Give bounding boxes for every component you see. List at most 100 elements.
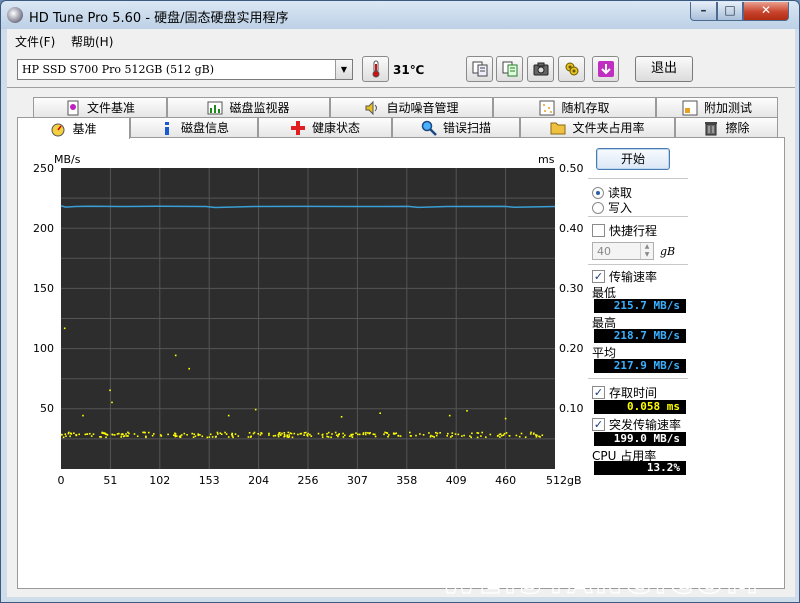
access-time-point (281, 432, 283, 435)
burst-rate-checkbox[interactable]: ✓ 突发传输速率 (592, 416, 681, 433)
tab-health[interactable]: 健康状态 (258, 117, 392, 137)
access-time-outlier (504, 417, 507, 420)
access-time-point (409, 431, 411, 434)
access-time-point (351, 436, 354, 438)
access-time-point (153, 433, 155, 435)
access-time-point (283, 433, 286, 436)
access-time-point (174, 432, 176, 435)
access-time-point (383, 433, 385, 436)
access-time-point (291, 436, 294, 439)
access-time-point (68, 431, 70, 434)
tab-folder-usage[interactable]: 文件夹占用率 (520, 117, 675, 137)
access-time-point (208, 436, 211, 438)
transfer-rate-checkbox[interactable]: ✓ 传输速率 (592, 268, 657, 285)
y-tick: 150 (33, 282, 54, 295)
app-window: HD Tune Pro 5.60 - 硬盘/固态硬盘实用程序 – □ ✕ 文件(… (0, 0, 800, 603)
write-radio[interactable]: 写入 (592, 199, 632, 216)
access-time-point (326, 433, 328, 435)
transfer-rate-label: 传输速率 (609, 270, 658, 284)
access-time-point (288, 434, 290, 436)
minimize-button[interactable]: – (690, 2, 717, 21)
extra-tests-icon (682, 100, 698, 115)
tab-label: 文件基准 (86, 101, 135, 115)
access-time-point (431, 435, 434, 438)
tab-random-access[interactable]: 随机存取 (493, 97, 656, 117)
access-time-point (409, 435, 412, 437)
tab-error-scan[interactable]: 错误扫描 (392, 117, 520, 137)
access-time-point (197, 434, 200, 437)
access-time-point (394, 433, 396, 435)
screenshot-button[interactable] (527, 56, 554, 82)
access-time-point (433, 436, 435, 438)
access-time-point (283, 435, 285, 438)
access-time-point (268, 434, 270, 436)
tab-extra-tests[interactable]: 附加测试 (656, 97, 778, 117)
access-time-point (232, 436, 234, 439)
min-value: 215.7 MB/s (594, 299, 686, 313)
access-time-point (297, 433, 299, 436)
tab-label: 自动噪音管理 (386, 101, 459, 115)
access-time-point (278, 433, 280, 436)
access-time-point (338, 433, 340, 435)
access-time-point (133, 433, 136, 435)
tab-disk-info[interactable]: 磁盘信息 (130, 117, 258, 137)
tab-erase[interactable]: 擦除 (675, 117, 778, 137)
exit-button[interactable]: 退出 (635, 56, 693, 82)
access-time-point (541, 434, 544, 436)
x-tick: 409 (445, 474, 467, 487)
access-time-point (293, 432, 296, 435)
access-time-point (331, 433, 333, 435)
access-time-point (199, 434, 201, 436)
access-time-point (105, 436, 107, 439)
short-stroke-spinner[interactable]: 40 ▲ ▼ (592, 242, 654, 260)
window-title: HD Tune Pro 5.60 - 硬盘/固态硬盘实用程序 (29, 11, 289, 26)
access-time-point (151, 434, 154, 437)
y-tick: 100 (33, 342, 54, 355)
access-time-point (321, 434, 324, 436)
options-button[interactable] (558, 56, 585, 82)
tab-benchmark[interactable]: 基准 (17, 117, 130, 139)
access-time-point (471, 432, 473, 435)
access-time-point (306, 434, 308, 436)
save-button[interactable] (592, 56, 619, 82)
trash-icon (705, 121, 718, 135)
drive-select[interactable]: HP SSD S700 Pro 512GB (512 gB) ▼ (17, 59, 353, 80)
access-time-point (388, 434, 390, 436)
divider (588, 178, 688, 179)
access-time-point (480, 435, 482, 437)
file-benchmark-icon (67, 100, 79, 115)
access-time-point (287, 431, 290, 434)
access-time-point (536, 434, 538, 437)
access-time-point (454, 433, 457, 435)
chevron-down-icon[interactable]: ▼ (335, 60, 352, 79)
access-time-point (259, 434, 262, 436)
access-time-point (395, 432, 397, 434)
tab-noise-management[interactable]: 自动噪音管理 (330, 97, 493, 117)
maximize-button[interactable]: □ (717, 2, 743, 21)
access-time-point (397, 435, 400, 437)
access-time-outlier (109, 389, 111, 392)
access-time-checkbox[interactable]: ✓ 存取时间 (592, 384, 657, 401)
access-time-point (530, 431, 532, 434)
spinner-arrows-icon[interactable]: ▲ ▼ (640, 243, 653, 259)
short-stroke-checkbox[interactable]: 快捷行程 (592, 222, 657, 239)
checkmark-icon: ✓ (592, 418, 605, 431)
close-button[interactable]: ✕ (743, 2, 789, 21)
start-button[interactable]: 开始 (596, 148, 670, 170)
access-time-point (344, 434, 346, 437)
menu-file[interactable]: 文件(F) (15, 33, 55, 50)
info-icon (164, 121, 169, 135)
temperature-button[interactable] (362, 56, 389, 82)
access-time-point (61, 433, 63, 436)
copy-all-button[interactable] (496, 56, 523, 82)
benchmark-chart (61, 168, 555, 469)
menu-help[interactable]: 帮助(H) (71, 33, 113, 50)
access-time-point (330, 436, 332, 439)
copy-button[interactable] (466, 56, 493, 82)
tab-file-benchmark[interactable]: 文件基准 (33, 97, 167, 117)
access-time-point (439, 432, 441, 434)
y2-tick: 0.30 (559, 282, 584, 295)
access-time-point (64, 433, 67, 435)
access-time-point (520, 432, 523, 435)
tab-disk-monitor[interactable]: 磁盘监视器 (167, 97, 330, 117)
